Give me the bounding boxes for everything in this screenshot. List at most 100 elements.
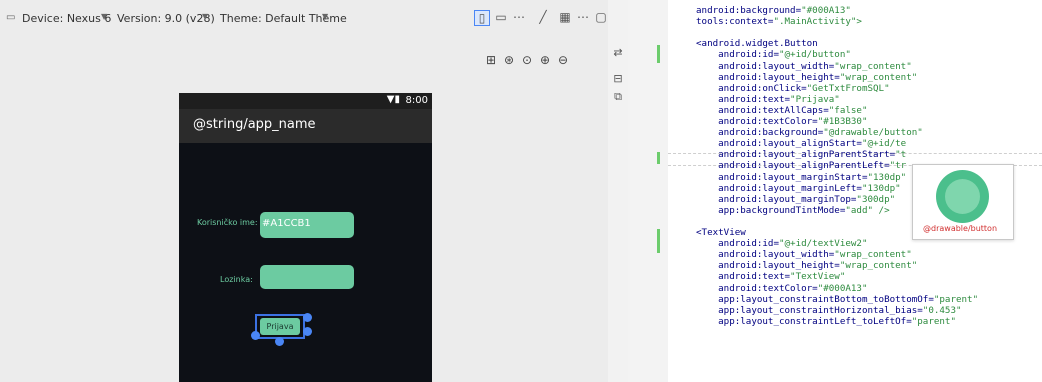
code-attribute: android:layout_height=: [696, 260, 840, 272]
code-attribute: <android.widget.Button: [696, 38, 818, 50]
code-line: android:layout_height="wrap_content": [696, 72, 917, 83]
resize-handle[interactable]: [251, 331, 260, 340]
pencil-icon[interactable]: ╱: [536, 10, 550, 24]
more-icon[interactable]: ⋯: [512, 10, 526, 24]
attributes-icon[interactable]: ⧉: [611, 90, 625, 104]
code-attribute: android:onClick=: [696, 82, 807, 94]
code-value: "130dp": [867, 171, 907, 183]
code-attribute: app:backgroundTintMode=: [696, 204, 846, 216]
code-line: android:id="@+id/textView2": [696, 238, 868, 250]
editor-gutter: [628, 0, 668, 382]
code-attribute: android:layout_marginLeft=: [696, 182, 862, 194]
code-line: tools:context=".MainActivity">: [696, 16, 862, 27]
code-line: android:layout_marginLeft="130dp": [696, 183, 901, 194]
username-field[interactable]: #A1CCB1: [260, 212, 354, 238]
code-value: "wrap_content": [834, 60, 912, 72]
device-icon[interactable]: ▭: [6, 12, 15, 23]
code-attribute: android:layout_height=: [696, 71, 840, 83]
code-value: "@drawable/button": [823, 127, 923, 139]
zoom-in-icon[interactable]: ⊕: [537, 52, 553, 68]
device-selector[interactable]: Device: Nexus 6: [22, 12, 111, 25]
username-value: #A1CCB1: [262, 218, 311, 229]
code-value: "GetTxtFromSQL": [806, 82, 890, 94]
panel-icon[interactable]: ▢: [594, 10, 608, 24]
code-value: "@+id/button": [778, 49, 851, 61]
code-value: "300dp": [856, 193, 896, 205]
code-line: <android.widget.Button: [696, 38, 818, 49]
code-value: "wrap_content": [839, 71, 918, 83]
drawable-preview-circle: [936, 170, 989, 223]
zoom-out-icon[interactable]: ⊖: [555, 52, 571, 68]
code-value: "t: [895, 149, 907, 161]
constraint-handle[interactable]: [303, 327, 312, 336]
swap-icon[interactable]: ⇄: [611, 46, 625, 60]
drawable-name: @drawable/button: [923, 224, 998, 233]
code-value: "#000A13": [801, 5, 851, 16]
code-attribute: android:text=: [696, 271, 791, 283]
code-line: android:background="@drawable/button": [696, 127, 923, 138]
code-line: android:layout_width="wrap_content": [696, 249, 912, 260]
code-value: "Prijava": [790, 93, 840, 105]
code-line: android:text="TextView": [696, 271, 845, 282]
password-label: Lozinka:: [220, 275, 253, 284]
code-line: android:layout_alignParentLeft="tr: [696, 160, 906, 171]
username-label: Korisničko ime:: [197, 218, 258, 227]
code-attribute: android:text=: [696, 93, 791, 105]
chevron-down-icon[interactable]: ▼: [202, 12, 208, 21]
code-attribute: app:layout_constraintLeft_toLeftOf=: [696, 315, 912, 327]
code-value: "tr: [889, 160, 907, 172]
code-value: "TextView": [790, 271, 846, 283]
status-bar: ▼▮ 8:00: [179, 93, 432, 109]
constraint-handle[interactable]: [275, 337, 284, 346]
code-line: android:layout_marginTop="300dp": [696, 194, 895, 205]
signal-battery-icon: ▼▮: [386, 94, 400, 105]
code-value: "false": [828, 104, 868, 116]
code-line: app:layout_constraintLeft_toLeftOf="pare…: [696, 316, 956, 327]
selected-button-frame[interactable]: Prijava: [251, 313, 312, 346]
chevron-down-icon[interactable]: ▼: [322, 12, 328, 21]
more-icon[interactable]: ⋯: [576, 10, 590, 24]
zoom-actual-icon[interactable]: ⊙: [519, 52, 535, 68]
code-line: android:layout_width="wrap_content": [696, 61, 912, 72]
zoom-toolbar: ⊞ ⊛ ⊙ ⊕ ⊖: [483, 52, 583, 70]
phone-preview: ▼▮ 8:00 @string/app_name Korisničko ime:…: [179, 93, 432, 382]
design-pane: ▭ Device: Nexus 6 ▼ Version: 9.0 (v28) ▼…: [0, 0, 608, 382]
code-value: "@+id/te: [861, 138, 907, 150]
code-line: android:background="#000A13": [696, 5, 851, 16]
code-value: ".MainActivity">: [773, 16, 862, 28]
code-attribute: tools:context=: [696, 16, 774, 28]
code-value: "#000A13": [817, 282, 868, 294]
code-line: android:layout_height="wrap_content": [696, 260, 917, 271]
code-line: android:textColor="#000A13": [696, 282, 868, 294]
code-value: "@+id/textView2": [778, 238, 868, 250]
version-selector[interactable]: Version: 9.0 (v28): [117, 12, 215, 25]
zoom-fit-icon[interactable]: ⊛: [501, 52, 517, 68]
code-line: android:textAllCaps="false": [696, 104, 868, 116]
code-line: app:layout_constraintHorizontal_bias="0.…: [696, 305, 961, 316]
code-value: "130dp": [861, 182, 901, 194]
code-attribute: app:layout_constraintBottom_toBottomOf=: [696, 293, 934, 305]
blueprint-view-icon[interactable]: ▭: [494, 10, 508, 24]
code-attribute: <TextView: [696, 227, 746, 238]
code-attribute: android:layout_width=: [696, 249, 835, 261]
design-toolbar: ▭ Device: Nexus 6 ▼ Version: 9.0 (v28) ▼…: [0, 6, 608, 32]
pan-icon[interactable]: ⊞: [483, 52, 499, 68]
component-tree-icon[interactable]: ⊟: [611, 72, 625, 86]
design-view-icon[interactable]: ▯: [474, 10, 490, 26]
code-attribute: android:layout_width=: [696, 60, 835, 72]
chevron-down-icon[interactable]: ▼: [101, 12, 107, 21]
code-attribute: android:layout_alignParentStart=: [696, 149, 896, 161]
code-line: android:onClick="GetTxtFromSQL": [696, 83, 890, 94]
status-time: 8:00: [405, 95, 428, 106]
code-attribute: android:background=: [696, 5, 802, 16]
code-attribute: android:layout_marginStart=: [696, 171, 868, 183]
drawable-preview-inner: [945, 179, 980, 214]
code-line: android:text="Prijava": [696, 94, 840, 105]
code-value: "parent": [911, 315, 956, 327]
login-button[interactable]: Prijava: [260, 318, 300, 335]
resize-handle[interactable]: [303, 313, 312, 322]
password-field[interactable]: [260, 265, 354, 289]
layout-icon[interactable]: ▦: [558, 10, 572, 24]
code-attribute: android:id=: [696, 49, 779, 61]
code-value: "parent": [933, 293, 979, 305]
